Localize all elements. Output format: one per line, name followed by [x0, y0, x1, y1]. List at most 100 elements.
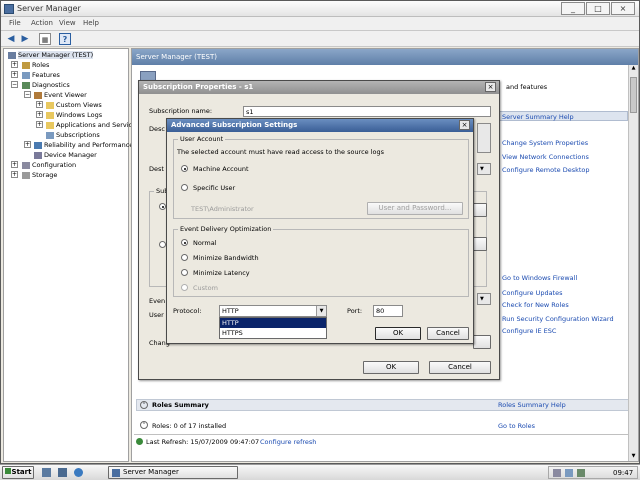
- status-bar: Last Refresh: 15/07/2009 09:47:07 Config…: [134, 434, 628, 448]
- configure-updates-link[interactable]: Configure Updates: [502, 289, 563, 297]
- tree-item-roles[interactable]: Roles: [22, 61, 49, 69]
- roles-summary-title: Roles Summary: [152, 401, 209, 409]
- expand-roles-icon[interactable]: +: [11, 61, 18, 68]
- subscription-ok-button[interactable]: OK: [363, 361, 419, 374]
- description-label: Desc: [149, 125, 165, 133]
- collapse-diagnostics-icon[interactable]: −: [11, 81, 18, 88]
- start-button[interactable]: Start: [2, 466, 34, 479]
- expand-custom-views-icon[interactable]: +: [36, 101, 43, 108]
- clock: 09:47: [613, 469, 634, 477]
- view-network-connections-link[interactable]: View Network Connections: [502, 153, 589, 161]
- protocol-option-http[interactable]: HTTP: [220, 318, 326, 328]
- scroll-thumb[interactable]: [630, 77, 637, 113]
- roles-collapse-icon[interactable]: ⌃: [140, 421, 148, 429]
- close-button[interactable]: ×: [611, 2, 635, 15]
- user-label: User: [149, 311, 164, 319]
- expand-reliability-icon[interactable]: +: [24, 141, 31, 148]
- select-groups-button[interactable]: [473, 237, 487, 251]
- network-icon[interactable]: [553, 469, 561, 477]
- go-to-roles-link[interactable]: Go to Roles: [498, 422, 535, 430]
- scroll-down-icon[interactable]: ▼: [630, 453, 637, 461]
- taskbar-server-manager[interactable]: Server Manager: [108, 466, 238, 479]
- menu-file[interactable]: File: [9, 19, 21, 27]
- configure-ie-esc-link[interactable]: Configure IE ESC: [502, 327, 556, 335]
- show-desktop-icon[interactable]: [42, 468, 51, 477]
- check-new-roles-link[interactable]: Check for New Roles: [502, 301, 569, 309]
- advanced-button[interactable]: [473, 335, 491, 349]
- expand-features-icon[interactable]: +: [11, 71, 18, 78]
- menu-view[interactable]: View: [59, 19, 76, 27]
- go-to-firewall-link[interactable]: Go to Windows Firewall: [502, 274, 577, 282]
- tree-item-features[interactable]: Features: [22, 71, 60, 79]
- machine-account-radio[interactable]: [181, 165, 188, 172]
- advanced-cancel-button[interactable]: Cancel: [427, 327, 469, 340]
- custom-radio[interactable]: [181, 284, 188, 291]
- roles-summary-help-link[interactable]: Roles Summary Help: [498, 401, 566, 409]
- scroll-up-icon[interactable]: ▲: [630, 65, 637, 73]
- tree-item-configuration[interactable]: Configuration: [22, 161, 76, 169]
- tree-item-diagnostics[interactable]: Diagnostics: [22, 81, 70, 89]
- tree-item-root[interactable]: Server Manager (TEST): [8, 51, 94, 59]
- minimize-latency-radio[interactable]: [181, 269, 188, 276]
- expand-configuration-icon[interactable]: +: [11, 161, 18, 168]
- collapse-event-viewer-icon[interactable]: −: [24, 91, 31, 98]
- menu-help[interactable]: Help: [83, 19, 99, 27]
- configure-remote-desktop-link[interactable]: Configure Remote Desktop: [502, 166, 590, 174]
- subscription-cancel-button[interactable]: Cancel: [429, 361, 491, 374]
- tree-item-app-logs[interactable]: Applications and Servic: [46, 121, 132, 129]
- configure-refresh-link[interactable]: Configure refresh: [260, 438, 316, 446]
- system-tray: 09:47: [548, 466, 638, 479]
- events-dropdown[interactable]: ▼: [477, 293, 491, 305]
- protocol-option-https[interactable]: HTTPS: [220, 328, 326, 338]
- tree-item-storage[interactable]: Storage: [22, 171, 57, 179]
- protocol-dropdown[interactable]: HTTP ▼: [219, 305, 327, 317]
- chevron-down-icon[interactable]: ▼: [316, 306, 326, 316]
- folder-icon: [46, 101, 54, 109]
- main-scrollbar[interactable]: ▲ ▼: [628, 65, 638, 461]
- internet-explorer-icon[interactable]: [74, 468, 83, 477]
- expand-windows-logs-icon[interactable]: +: [36, 111, 43, 118]
- collapse-icon[interactable]: ⌃: [140, 401, 148, 409]
- back-icon[interactable]: ◀: [5, 33, 17, 45]
- menu-action[interactable]: Action: [31, 19, 53, 27]
- show-hide-tree-icon[interactable]: ▦: [39, 33, 51, 45]
- tray-icon-2[interactable]: [577, 469, 585, 477]
- collector-initiated-radio[interactable]: [159, 203, 166, 210]
- folder-icon: [46, 121, 54, 129]
- expand-app-logs-icon[interactable]: +: [36, 121, 43, 128]
- select-computers-button[interactable]: [473, 203, 487, 217]
- minimize-button[interactable]: _: [561, 2, 585, 15]
- help-icon[interactable]: ?: [59, 33, 71, 45]
- specific-user-value: TEST\Administrator: [191, 205, 254, 213]
- server-manager-quick-icon[interactable]: [58, 468, 67, 477]
- maximize-button[interactable]: □: [586, 2, 610, 15]
- menu-bar: File Action View Help: [1, 17, 639, 31]
- tree-item-windows-logs[interactable]: Windows Logs: [46, 111, 102, 119]
- description-scrollbar[interactable]: [477, 123, 491, 153]
- change-system-properties-link[interactable]: Change System Properties: [502, 139, 588, 147]
- source-initiated-radio[interactable]: [159, 241, 166, 248]
- tree-item-device-manager[interactable]: Device Manager: [34, 151, 97, 159]
- forward-icon[interactable]: ▶: [19, 33, 31, 45]
- server-summary-help-link[interactable]: Server Summary Help: [502, 113, 574, 121]
- user-and-password-button[interactable]: User and Password...: [367, 202, 463, 215]
- tree-item-event-viewer[interactable]: Event Viewer: [34, 91, 87, 99]
- tree-item-reliability[interactable]: Reliability and Performance: [34, 141, 133, 149]
- subscription-properties-title: Subscription Properties - s1: [139, 81, 499, 94]
- security-config-wizard-link[interactable]: Run Security Configuration Wizard: [502, 315, 614, 323]
- port-input[interactable]: 80: [373, 305, 403, 317]
- title-bar[interactable]: Server Manager _ □ ×: [1, 1, 639, 17]
- specific-user-radio[interactable]: [181, 184, 188, 191]
- destination-dropdown[interactable]: ▼: [477, 163, 491, 175]
- expand-storage-icon[interactable]: +: [11, 171, 18, 178]
- advanced-close-button[interactable]: ×: [459, 120, 470, 130]
- advanced-ok-button[interactable]: OK: [375, 327, 421, 340]
- device-manager-icon: [34, 151, 42, 159]
- minimize-bandwidth-radio[interactable]: [181, 254, 188, 261]
- subscription-name-input[interactable]: s1: [243, 106, 491, 117]
- normal-radio[interactable]: [181, 239, 188, 246]
- tray-icon[interactable]: [565, 469, 573, 477]
- subscription-close-button[interactable]: ×: [485, 82, 496, 92]
- tree-item-subscriptions[interactable]: Subscriptions: [46, 131, 100, 139]
- tree-item-custom-views[interactable]: Custom Views: [46, 101, 102, 109]
